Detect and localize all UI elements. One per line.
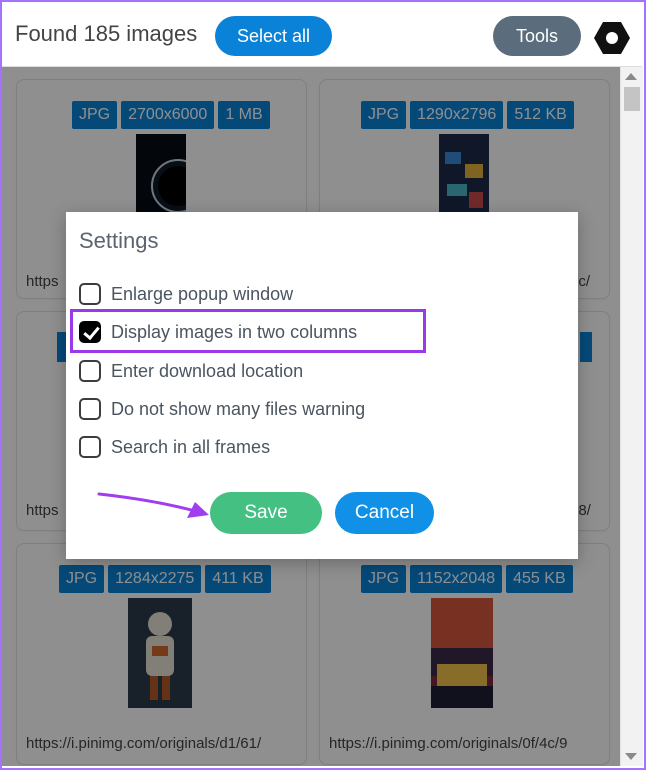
option-files-warning[interactable]: Do not show many files warning [79, 396, 365, 422]
vertical-scrollbar[interactable] [620, 67, 643, 766]
save-button[interactable]: Save [210, 492, 322, 534]
found-count: Found 185 images [15, 21, 198, 46]
option-label: Enter download location [111, 360, 304, 381]
option-enlarge-popup[interactable]: Enlarge popup window [79, 281, 293, 307]
select-all-button[interactable]: Select all [215, 16, 332, 56]
checkbox[interactable] [79, 436, 101, 458]
scroll-down-arrow-icon[interactable] [625, 753, 637, 760]
option-download-location[interactable]: Enter download location [79, 358, 303, 384]
gear-icon[interactable] [593, 19, 631, 57]
checkbox[interactable] [79, 360, 101, 382]
cancel-button[interactable]: Cancel [335, 492, 434, 534]
option-label: Enlarge popup window [111, 283, 294, 304]
option-label: Search in all frames [111, 436, 271, 457]
option-search-frames[interactable]: Search in all frames [79, 434, 270, 460]
scroll-thumb[interactable] [624, 87, 640, 111]
pointer-arrow-icon [97, 492, 209, 518]
tools-button[interactable]: Tools [493, 16, 581, 56]
checkbox[interactable] [79, 283, 101, 305]
settings-title: Settings [79, 228, 159, 253]
highlight-box [70, 309, 426, 353]
checkbox[interactable] [79, 398, 101, 420]
header-bar: Found 185 images Select all Tools [2, 2, 642, 67]
scroll-up-arrow-icon[interactable] [625, 73, 637, 80]
option-label: Do not show many files warning [111, 398, 366, 419]
